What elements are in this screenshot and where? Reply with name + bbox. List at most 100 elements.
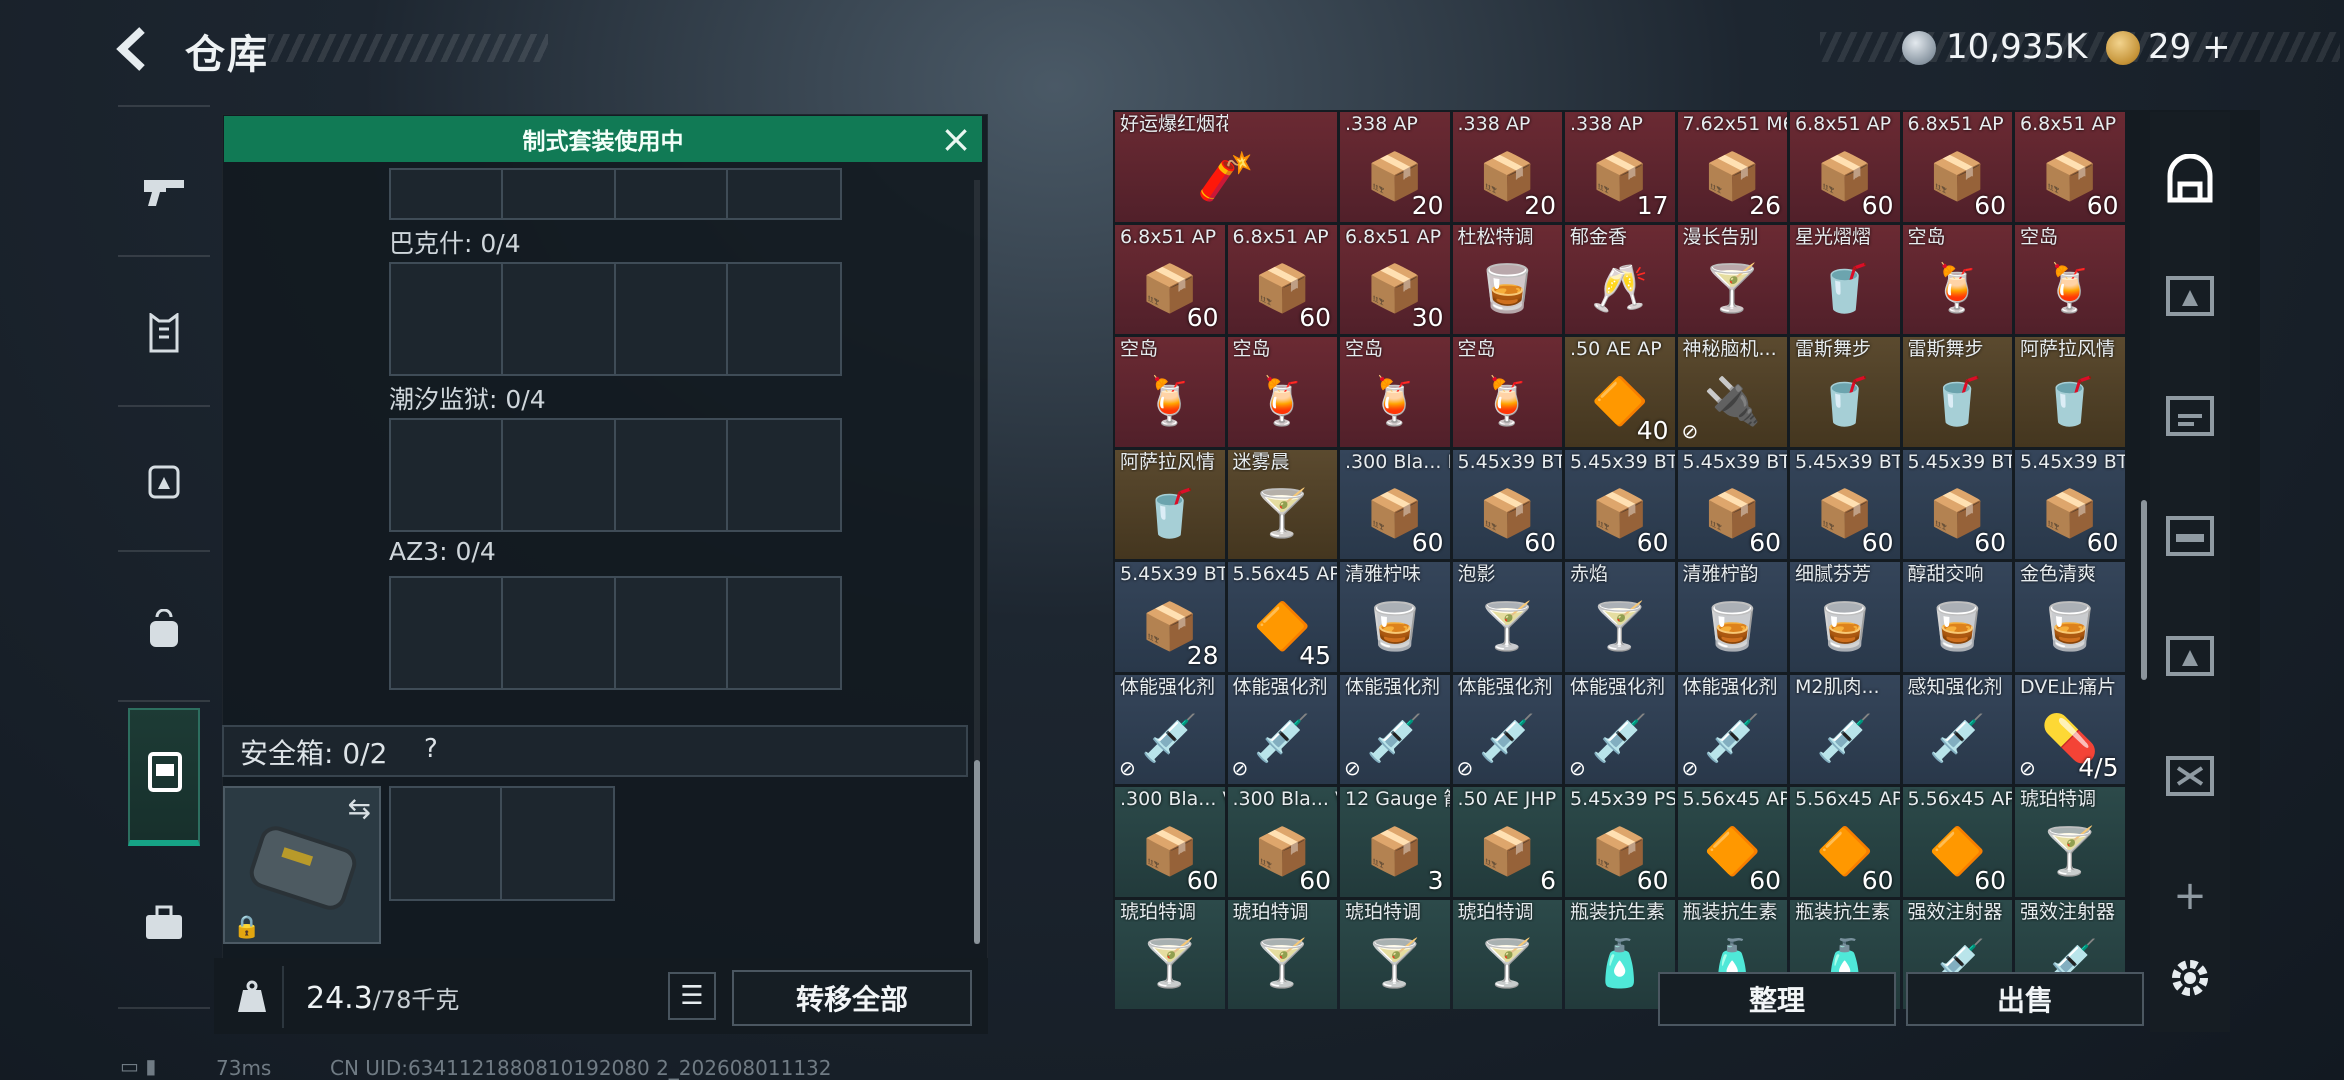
transfer-all-button[interactable]: 转移全部 — [732, 970, 972, 1026]
stash-item[interactable]: 📦 .338 AP 20 — [1340, 112, 1450, 222]
stash-item[interactable]: 💉 体能强化剂 ⊘ — [1565, 674, 1675, 784]
stash-item[interactable]: 🍸 琥珀特调 — [1452, 899, 1562, 1009]
stash-item[interactable]: 🍹 空岛 — [1902, 224, 2012, 334]
stash-item[interactable]: 🧨 好运爆红烟花 — [1115, 112, 1337, 222]
grid-slot[interactable] — [391, 420, 504, 530]
stash-item[interactable]: 📦 6.8x51 AP 30 — [1340, 224, 1450, 334]
stash-item[interactable]: 📦5.45x39 BT AP60 — [1790, 449, 1900, 559]
stash-item[interactable]: 🍹 空岛 — [2015, 224, 2125, 334]
stash-item[interactable]: 📦 6.8x51 AP 60 — [1115, 224, 1225, 334]
add-currency-icon[interactable]: + — [2191, 27, 2231, 67]
safe-box-category-tab[interactable] — [128, 708, 200, 846]
grid-slot[interactable] — [727, 578, 840, 688]
stash-item[interactable]: 🥃 细腻芬芳 — [1790, 562, 1900, 672]
grid-slot[interactable] — [503, 264, 616, 374]
stash-item[interactable]: 🍹 空岛 — [1340, 337, 1450, 447]
armor-category-icon[interactable] — [128, 297, 200, 369]
stash-item[interactable]: 🥃 金色清爽 — [2015, 562, 2125, 672]
toolbox-category-icon[interactable] — [128, 887, 200, 959]
stash-item[interactable]: 🥃 醇甜交响 — [1902, 562, 2012, 672]
stash-item[interactable]: 🍸 迷雾晨 — [1227, 449, 1337, 559]
stash-item[interactable]: 📦5.45x39 BT AP60 — [1902, 449, 2012, 559]
stash-item[interactable]: 📦 .338 AP 17 — [1565, 112, 1675, 222]
stash-item[interactable]: 💉 体能强化剂 ⊘ — [1115, 674, 1225, 784]
back-icon[interactable] — [112, 24, 162, 74]
grid-slot[interactable] — [503, 170, 616, 218]
stash-item[interactable]: 📦.300 Bla... V-Max60 — [1115, 787, 1225, 897]
stash-item[interactable]: 📦5.45x39 BT AP60 — [1452, 449, 1562, 559]
grid-slot[interactable] — [503, 578, 616, 688]
list-view-icon[interactable]: ☰ — [668, 972, 716, 1020]
stash-item[interactable]: 🍸 琥珀特调 — [1115, 899, 1225, 1009]
stash-item[interactable]: 💉 M2肌肉... — [1790, 674, 1900, 784]
stash-item[interactable]: 🔶5.56x45 APC45 — [1227, 562, 1337, 672]
rig-category-icon[interactable] — [128, 445, 200, 517]
stash-item[interactable]: 🥤 雷斯舞步 — [1902, 337, 2012, 447]
stash-item[interactable]: 📦 12 Gauge 箭形弹 3 — [1340, 787, 1450, 897]
stash-item[interactable]: 📦.300 Bla... BCP FMJ60 — [1340, 449, 1450, 559]
stash-item[interactable]: 💉 感知强化剂 — [1902, 674, 2012, 784]
stash-item[interactable]: 📦 5.45x39 PS 60 — [1565, 787, 1675, 897]
stash-item[interactable]: 📦 .50 AE JHP 6 — [1452, 787, 1562, 897]
stash-item[interactable]: 🍸 赤焰 — [1565, 562, 1675, 672]
grid-slot[interactable] — [502, 788, 613, 899]
stash-item[interactable]: 💉 体能强化剂 ⊘ — [1227, 674, 1337, 784]
sell-button[interactable]: 出售 — [1906, 972, 2144, 1026]
stash-item[interactable]: 🥤 星光熠熠 — [1790, 224, 1900, 334]
stash-item[interactable]: 🔌 神秘脑机... ⊘ — [1677, 337, 1787, 447]
stash-item[interactable]: 🥃 清雅柠味 — [1340, 562, 1450, 672]
stash-item[interactable]: 📦 6.8x51 AP 60 — [1227, 224, 1337, 334]
stash-item[interactable]: 💉 体能强化剂 ⊘ — [1452, 674, 1562, 784]
grid-slot[interactable] — [615, 420, 728, 530]
stash-item[interactable]: 💊 DVE止痛片 4/5 ⊘ — [2015, 674, 2125, 784]
add-stash-tab-icon[interactable]: + — [2156, 862, 2224, 930]
stash-item[interactable]: 📦 6.8x51 AP 60 — [1902, 112, 2012, 222]
grid-slot[interactable] — [727, 420, 840, 530]
stash-scrollbar[interactable] — [2141, 500, 2147, 680]
stash-item[interactable]: 🔶5.56x45 APC60 — [1902, 787, 2012, 897]
stash-item[interactable]: 🍸 琥珀特调 — [1340, 899, 1450, 1009]
main-stash-tab-icon[interactable] — [2156, 146, 2224, 214]
help-icon[interactable]: ? — [424, 734, 438, 764]
grid-slot[interactable] — [391, 170, 504, 218]
stash-item[interactable]: 📦5.45x39 BT AP60 — [1677, 449, 1787, 559]
grid-slot[interactable] — [503, 420, 616, 530]
stash-item[interactable]: 🍸 琥珀特调 — [2015, 787, 2125, 897]
grid-slot[interactable] — [391, 264, 504, 374]
stash-item[interactable]: 🥤 阿萨拉风情 — [1115, 449, 1225, 559]
stash-item[interactable]: 📦 .338 AP 20 — [1452, 112, 1562, 222]
grid-slot[interactable] — [727, 170, 840, 218]
currency-gold-value[interactable]: 29 + — [2148, 27, 2231, 67]
stash-item[interactable]: 🍹 空岛 — [1227, 337, 1337, 447]
stash-item[interactable]: 🥂 郁金香 — [1565, 224, 1675, 334]
swap-icon[interactable]: ⇆ — [348, 792, 371, 825]
backpack-category-icon[interactable] — [128, 593, 200, 665]
stash-item[interactable]: 📦5.45x39 BT AP60 — [1565, 449, 1675, 559]
stash-item[interactable]: 🔶5.56x45 APC60 — [1790, 787, 1900, 897]
stash-item[interactable]: 🥃 清雅柠韵 — [1677, 562, 1787, 672]
stash-item[interactable]: 💉 体能强化剂 ⊘ — [1340, 674, 1450, 784]
weapon-category-icon[interactable] — [128, 155, 200, 227]
stash-item[interactable]: 📦 6.8x51 AP 60 — [2015, 112, 2125, 222]
close-icon[interactable]: × — [936, 120, 976, 160]
stash-tab-3-icon[interactable] — [2156, 382, 2224, 450]
stash-item[interactable]: 📦 6.8x51 AP 60 — [1790, 112, 1900, 222]
grid-slot[interactable] — [615, 264, 728, 374]
stash-tab-4-icon[interactable] — [2156, 502, 2224, 570]
grid-slot[interactable] — [615, 578, 728, 688]
stash-item[interactable]: 🍹 空岛 — [1452, 337, 1562, 447]
grid-slot[interactable] — [391, 578, 504, 688]
stash-item[interactable]: 🍸 琥珀特调 — [1227, 899, 1337, 1009]
stash-item[interactable]: 📦5.45x39 BT AP60 — [2015, 449, 2125, 559]
grid-slot[interactable] — [391, 788, 502, 899]
stash-tab-2-icon[interactable] — [2156, 262, 2224, 330]
stash-item[interactable]: 🍹 空岛 — [1115, 337, 1225, 447]
sort-button[interactable]: 整理 — [1658, 972, 1896, 1026]
stash-item[interactable]: 🍸 漫长告别 — [1677, 224, 1787, 334]
stash-item[interactable]: 🥤 阿萨拉风情 — [2015, 337, 2125, 447]
stash-item[interactable]: 🔶5.56x45 APC60 — [1677, 787, 1787, 897]
stash-item[interactable]: 🥃 杜松特调 — [1452, 224, 1562, 334]
grid-slot[interactable] — [727, 264, 840, 374]
settings-gear-icon[interactable] — [2156, 944, 2224, 1012]
stash-item[interactable]: 🍸 泡影 — [1452, 562, 1562, 672]
